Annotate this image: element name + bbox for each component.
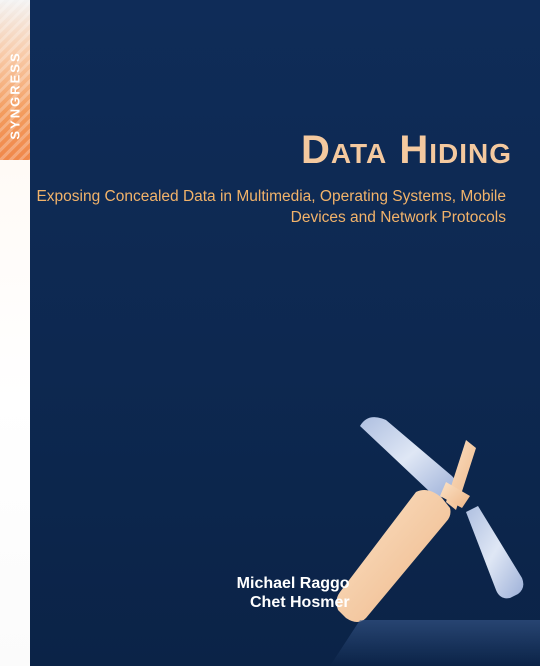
emblem-lower-left-bar (336, 490, 451, 622)
author-name: Michael Raggo (236, 575, 350, 592)
x-emblem-graphic (330, 417, 540, 666)
book-cover: SYNGRESS Data Hiding Exposing Concealed … (0, 0, 540, 666)
author-block: Michael Raggo Chet Hosmer (236, 574, 350, 612)
emblem-upper-left-bar (360, 417, 456, 498)
emblem-lower-right-bar (466, 506, 524, 599)
author-name: Chet Hosmer (250, 594, 350, 611)
emblem-reflection (330, 620, 540, 666)
